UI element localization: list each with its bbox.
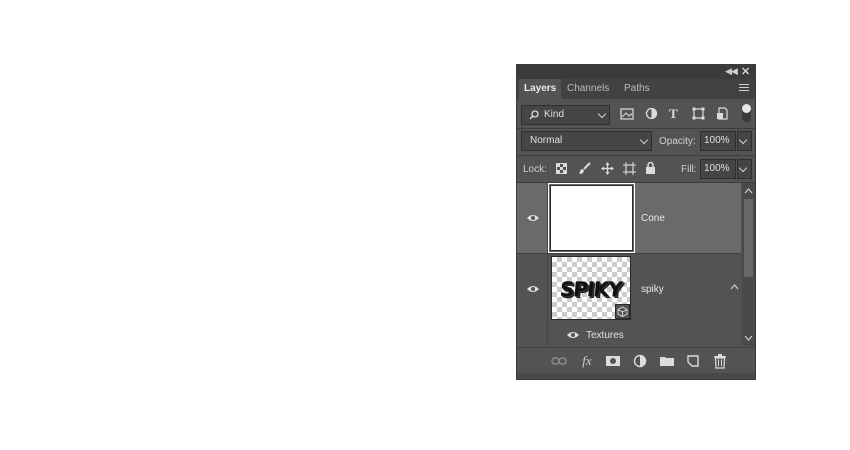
3d-object-badge-icon [615,304,630,319]
fill-dropdown[interactable] [737,159,752,179]
chevron-down-icon [639,135,649,145]
filter-toggle[interactable] [742,104,751,122]
panel-menu-icon[interactable] [739,84,749,93]
search-icon [529,110,539,120]
lock-label: Lock: [523,164,547,175]
layer-row-spiky[interactable]: SPIKY spiky [517,254,741,346]
fill-label: Fill: [681,164,697,175]
panel-tabs: Layers Channels Paths [517,79,755,99]
adjustment-layer-icon[interactable] [632,353,648,369]
blend-mode-select[interactable]: Normal [521,131,652,151]
layers-list: Cone SPIKY spiky Textures [517,183,755,346]
blend-mode-value: Normal [530,135,563,146]
scroll-down-icon[interactable] [744,335,753,341]
filter-row: Kind T [517,100,755,128]
new-layer-icon[interactable] [685,353,701,369]
scroll-up-icon[interactable] [744,188,753,194]
blend-row: Normal Opacity: 100% [517,129,755,155]
layer-thumbnail-spiky[interactable]: SPIKY [551,256,631,320]
adjustment-filter-icon[interactable] [645,107,658,120]
fx-icon[interactable]: fx [579,353,595,369]
layer-name-cone[interactable]: Cone [641,213,665,224]
eye-icon[interactable] [567,331,579,339]
sublayer-row-textures[interactable]: Textures [517,326,741,346]
type-filter-icon[interactable]: T [669,107,678,121]
layers-bottom-toolbar: fx [517,347,755,374]
layers-scrollbar[interactable] [742,183,755,346]
thumbnail-selection-frame [548,183,635,253]
layers-panel: ◀◀ ✕ Layers Channels Paths Kind T Normal… [516,64,756,380]
lock-transparent-icon[interactable] [556,163,567,174]
sublayer-name-textures: Textures [586,330,624,341]
eye-icon[interactable] [527,285,539,293]
shape-filter-icon[interactable] [692,107,705,120]
chevron-down-icon [738,163,748,173]
chevron-down-icon [597,109,607,119]
layer-row-cone[interactable]: Cone [517,183,741,253]
fill-input[interactable]: 100% [700,159,736,179]
panel-title-bar: ◀◀ ✕ [517,65,755,79]
trash-icon[interactable] [712,353,728,369]
tab-layers[interactable]: Layers [519,79,562,99]
collapse-icon[interactable]: ◀◀ [725,66,738,77]
opacity-dropdown[interactable] [737,131,752,151]
eye-icon[interactable] [527,214,539,222]
chevron-down-icon [738,135,748,145]
opacity-label: Opacity: [659,136,696,147]
add-mask-icon[interactable] [605,353,621,369]
lock-artboard-icon[interactable] [623,162,636,175]
layer-name-spiky[interactable]: spiky [641,284,664,295]
collapse-effects-icon[interactable] [730,284,739,290]
tab-paths[interactable]: Paths [619,79,655,99]
lock-row: Lock: Fill: 100% [517,156,755,182]
scrollbar-thumb[interactable] [744,199,753,277]
lock-position-icon[interactable] [601,162,614,175]
filter-kind-select[interactable]: Kind [521,105,610,125]
filter-kind-label: Kind [544,109,565,120]
image-filter-icon[interactable] [620,108,634,120]
smart-object-filter-icon[interactable] [716,107,729,120]
group-folder-icon[interactable] [659,353,675,369]
lock-all-icon[interactable] [645,161,656,175]
panel-resize-strip[interactable] [517,373,755,379]
close-icon[interactable]: ✕ [741,65,750,78]
thumbnail-text: SPIKY [558,277,623,301]
opacity-input[interactable]: 100% [700,131,736,151]
tab-channels[interactable]: Channels [562,79,614,99]
link-layers-icon[interactable] [551,353,567,369]
lock-image-icon[interactable] [578,162,591,175]
layer-thumbnail-cone[interactable] [548,183,635,253]
